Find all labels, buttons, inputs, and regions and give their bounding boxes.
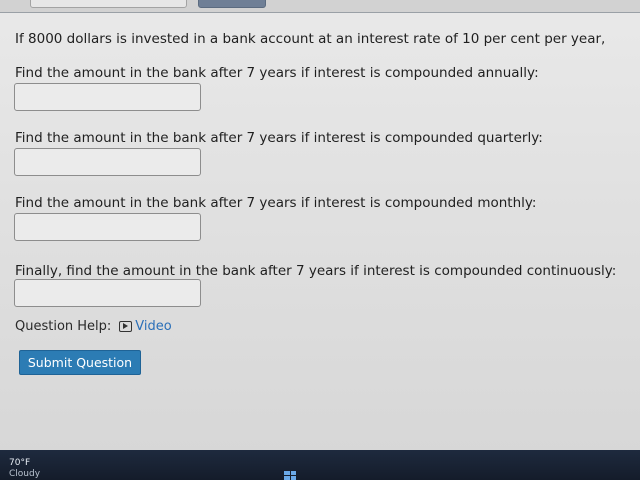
windows-start-icon[interactable] xyxy=(284,471,296,480)
video-link-label: Video xyxy=(135,319,172,334)
question-help: Question Help: Video xyxy=(15,319,172,334)
toolbar-button[interactable] xyxy=(30,0,187,8)
weather-widget[interactable]: 70°F Cloudy xyxy=(9,458,40,480)
part-annual-label: Find the amount in the bank after 7 year… xyxy=(15,65,539,81)
answer-input-continuous[interactable] xyxy=(14,279,201,307)
answer-input-annual[interactable] xyxy=(14,83,201,111)
answer-input-quarterly[interactable] xyxy=(14,148,201,176)
submit-question-button[interactable]: Submit Question xyxy=(19,350,141,375)
question-panel: If 8000 dollars is invested in a bank ac… xyxy=(0,13,640,450)
taskbar: 70°F Cloudy xyxy=(0,450,640,480)
part-continuous-label: Finally, find the amount in the bank aft… xyxy=(15,263,617,279)
weather-temperature: 70°F xyxy=(9,458,31,468)
question-intro: If 8000 dollars is invested in a bank ac… xyxy=(15,31,606,47)
toolbar-button[interactable] xyxy=(198,0,266,8)
top-toolbar xyxy=(0,0,640,13)
answer-input-monthly[interactable] xyxy=(14,213,201,241)
part-monthly-label: Find the amount in the bank after 7 year… xyxy=(15,195,537,211)
video-link[interactable]: Video xyxy=(119,319,172,334)
screen: If 8000 dollars is invested in a bank ac… xyxy=(0,0,640,480)
part-quarterly-label: Find the amount in the bank after 7 year… xyxy=(15,130,543,146)
weather-condition: Cloudy xyxy=(9,469,41,479)
question-help-label: Question Help: xyxy=(15,319,112,334)
video-play-icon xyxy=(119,321,133,332)
